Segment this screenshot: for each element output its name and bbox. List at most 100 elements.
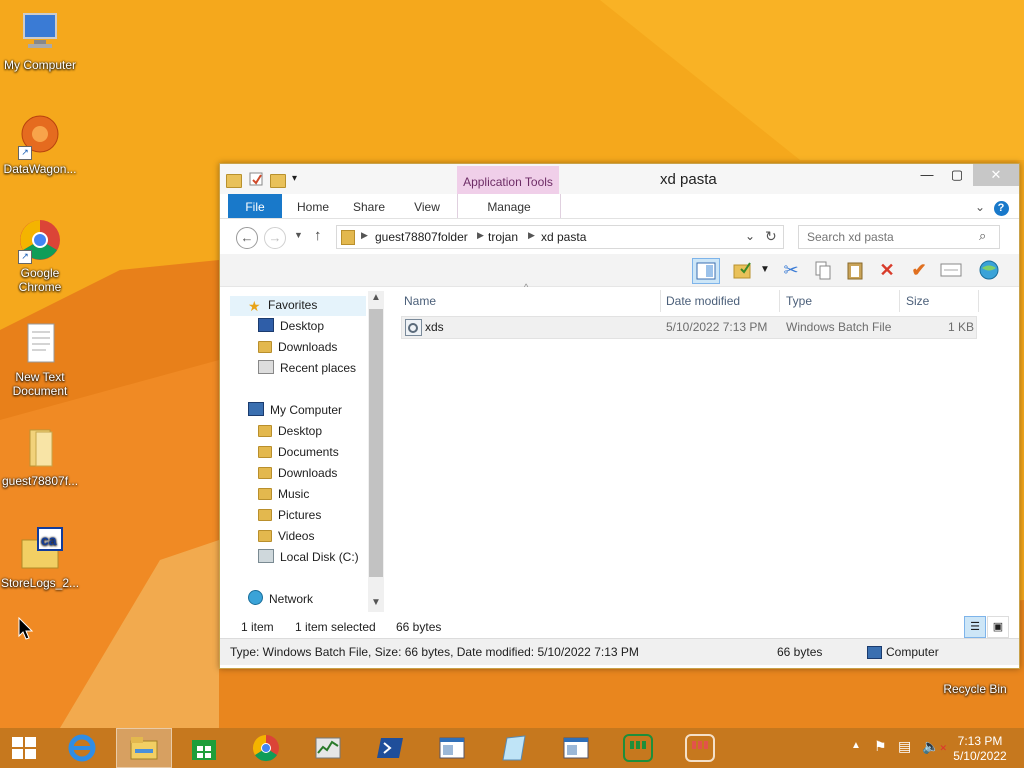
tab-home[interactable]: Home [290, 194, 336, 218]
taskbar-app-green[interactable] [610, 728, 666, 768]
nav-computer-local-disk[interactable]: Local Disk (C:) [258, 548, 359, 566]
nav-my-computer[interactable]: My Computer [248, 401, 342, 419]
desktop-icon-my-computer[interactable]: My Computer [0, 8, 80, 72]
table-row[interactable]: xds 5/10/2022 7:13 PM Windows Batch File… [401, 316, 977, 339]
rename-checkmark-icon[interactable]: ✔ [906, 258, 932, 282]
title-bar[interactable]: ▾ Application Tools xd pasta — ▢ ✕ [220, 164, 1019, 194]
address-bar[interactable]: ▶ guest78807folder ▶ trojan ▶ xd pasta ⌄… [336, 225, 784, 249]
details-text: Type: Windows Batch File, Size: 66 bytes… [230, 645, 639, 659]
taskbar-chrome[interactable] [238, 728, 294, 768]
taskbar: ▲ ⚑ ▤ 🔈✕ 7:13 PM 5/10/2022 [0, 728, 1024, 768]
nav-computer-desktop[interactable]: Desktop [258, 422, 322, 440]
powershell-icon [377, 738, 403, 758]
breadcrumb-item[interactable]: trojan [488, 230, 518, 244]
tab-file[interactable]: File [228, 194, 282, 218]
desktop-icon-google-chrome[interactable]: ↗ Google Chrome [0, 216, 80, 294]
context-tab-application-tools: Application Tools [457, 166, 559, 194]
nav-favorites-recent-places[interactable]: Recent places [258, 359, 356, 377]
properties-icon[interactable] [938, 258, 964, 282]
desktop-icon-datawagon[interactable]: ↗ DataWagon... [0, 112, 80, 176]
taskbar-app-orange[interactable] [672, 728, 728, 768]
organize-dropdown-icon[interactable]: ▼ [758, 258, 772, 282]
cab-archive-icon: ca [16, 526, 64, 574]
up-button[interactable]: ↑ [314, 227, 322, 244]
nav-computer-downloads[interactable]: Downloads [258, 464, 337, 482]
show-hidden-icons-button[interactable]: ▲ [851, 740, 861, 751]
organize-folder-icon[interactable] [730, 258, 756, 282]
desktop-icon-storelogs[interactable]: ca StoreLogs_2... [0, 526, 80, 590]
taskbar-app-window-2[interactable] [486, 728, 542, 768]
preview-pane-button[interactable] [692, 258, 720, 284]
column-header-type[interactable]: Type [780, 292, 812, 310]
column-header-date-modified[interactable]: Date modified [660, 292, 740, 310]
customize-dropdown-icon[interactable]: ▾ [292, 171, 308, 187]
details-view-button[interactable]: ☰ [964, 616, 986, 638]
app-icon [685, 734, 715, 762]
explorer-window[interactable]: ▾ Application Tools xd pasta — ▢ ✕ File … [219, 163, 1020, 669]
recent-locations-dropdown-icon[interactable]: ▼ [294, 230, 303, 240]
start-button[interactable] [0, 728, 48, 768]
new-folder-icon[interactable] [270, 171, 286, 188]
network-globe-icon[interactable] [976, 258, 1002, 282]
breadcrumb-separator-icon[interactable]: ▶ [528, 230, 535, 241]
breadcrumb-item[interactable]: xd pasta [541, 230, 586, 244]
taskbar-app-window-3[interactable] [548, 728, 604, 768]
volume-muted-icon[interactable]: 🔈✕ [922, 738, 947, 755]
close-button[interactable]: ✕ [973, 164, 1019, 186]
help-icon[interactable]: ? [992, 194, 1010, 218]
search-icon[interactable]: ⌕ [979, 228, 986, 244]
breadcrumb-separator-icon[interactable]: ▶ [477, 230, 484, 241]
nav-network[interactable]: Network [248, 590, 313, 608]
desktop-icon-guest-folder[interactable]: guest78807f... [0, 424, 80, 488]
server-manager-icon [623, 734, 653, 762]
taskbar-powershell[interactable] [362, 728, 418, 768]
desktop-icon-new-text-document[interactable]: New Text Document [0, 320, 80, 398]
nav-computer-videos[interactable]: Videos [258, 527, 314, 545]
nav-favorites-downloads[interactable]: Downloads [258, 338, 337, 356]
column-header-name[interactable]: Name [398, 292, 436, 310]
tab-view[interactable]: View [404, 194, 450, 218]
expand-ribbon-icon[interactable]: ⌄ [972, 194, 988, 218]
address-history-dropdown-icon[interactable]: ⌄ [745, 229, 755, 243]
network-tray-icon[interactable]: ▤ [898, 738, 911, 755]
mouse-cursor-icon [18, 617, 34, 640]
tab-share[interactable]: Share [346, 194, 392, 218]
nav-scrollbar[interactable]: ▲ ▼ [368, 291, 384, 612]
nav-scrollbar-thumb[interactable] [369, 309, 383, 577]
desktop-icon-recycle-bin[interactable]: Recycle Bin [935, 668, 1015, 696]
taskbar-clock[interactable]: 7:13 PM 5/10/2022 [950, 734, 1010, 764]
maximize-button[interactable]: ▢ [942, 164, 972, 186]
minimize-button[interactable]: — [912, 164, 942, 186]
refresh-icon[interactable]: ↻ [765, 228, 777, 245]
paste-icon[interactable] [842, 258, 868, 282]
nav-computer-documents[interactable]: Documents [258, 443, 339, 461]
action-center-flag-icon[interactable]: ⚑ [874, 738, 887, 755]
music-folder-icon [258, 488, 272, 500]
taskbar-internet-explorer[interactable] [54, 728, 110, 768]
scroll-up-icon[interactable]: ▲ [371, 292, 381, 303]
taskbar-store[interactable] [176, 728, 232, 768]
copy-icon[interactable] [810, 258, 836, 282]
file-type: Windows Batch File [786, 320, 892, 334]
taskbar-file-explorer[interactable] [116, 728, 172, 768]
column-header-size[interactable]: Size [900, 292, 929, 310]
nav-computer-pictures[interactable]: Pictures [258, 506, 321, 524]
scroll-down-icon[interactable]: ▼ [371, 597, 381, 608]
forward-button[interactable]: → [264, 227, 286, 249]
taskbar-app-window-1[interactable] [424, 728, 480, 768]
tab-manage[interactable]: Manage [457, 194, 561, 218]
windows-logo-icon [12, 737, 36, 759]
search-input[interactable] [805, 228, 979, 246]
large-icons-view-button[interactable]: ▣ [987, 616, 1009, 638]
back-button[interactable]: ← [236, 227, 258, 249]
nav-computer-music[interactable]: Music [258, 485, 309, 503]
nav-favorites-desktop[interactable]: Desktop [258, 317, 324, 335]
taskbar-resource-monitor[interactable] [300, 728, 356, 768]
cut-icon[interactable]: ✂ [778, 258, 804, 282]
breadcrumb-item[interactable]: guest78807folder [375, 230, 468, 244]
nav-favorites[interactable]: ★ Favorites [248, 296, 317, 314]
properties-icon[interactable] [248, 171, 264, 187]
hard-drive-icon [258, 549, 274, 563]
search-box[interactable]: ⌕ [798, 225, 1000, 249]
delete-icon[interactable]: ✕ [874, 258, 900, 282]
